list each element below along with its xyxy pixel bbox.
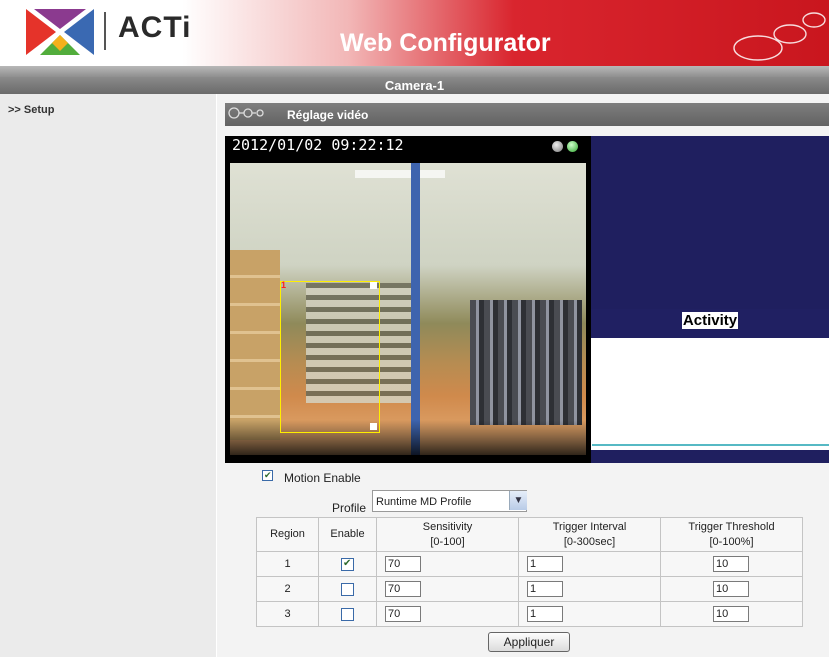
motion-region-table: Region Enable Sensitivity [0-100] Trigger… [256, 517, 803, 627]
app-title: Web Configurator [340, 29, 551, 57]
region-number: 1 [256, 551, 319, 577]
logo-divider [104, 12, 106, 50]
logo-text: ACTi [118, 11, 192, 44]
threshold-cell: 10 [660, 551, 803, 577]
decorative-rings-icon [733, 12, 826, 61]
video-racks [470, 300, 582, 425]
threshold-cell: 10 [660, 576, 803, 602]
col-header-interval-label: Trigger Interval [552, 520, 627, 533]
col-header-interval: Trigger Interval [0-300sec] [518, 517, 661, 552]
motion-enable-label: Motion Enable [284, 471, 361, 485]
sensitivity-input[interactable]: 70 [385, 606, 421, 622]
motion-region-1[interactable] [280, 281, 380, 433]
col-header-threshold-label: Trigger Threshold [688, 520, 775, 533]
region-number: 3 [256, 601, 319, 627]
motion-enable-checkbox[interactable] [262, 470, 273, 481]
section-title: Réglage vidéo [287, 108, 369, 122]
activity-panel [591, 136, 829, 309]
sensitivity-cell: 70 [376, 576, 519, 602]
col-header-enable: Enable [318, 517, 377, 552]
col-header-region: Region [256, 517, 319, 552]
table-row: 1 70 1 10 [256, 551, 803, 577]
interval-cell: 1 [518, 551, 661, 577]
sidebar [0, 94, 216, 657]
video-pillar [411, 163, 420, 455]
trigger-interval-input[interactable]: 1 [527, 606, 563, 622]
trigger-threshold-input[interactable]: 10 [713, 606, 749, 622]
sensitivity-input[interactable]: 70 [385, 581, 421, 597]
video-timestamp: 2012/01/02 09:22:12 [232, 136, 404, 154]
region-resize-handle[interactable] [370, 423, 377, 430]
status-green-icon [567, 141, 578, 152]
activity-graph [591, 338, 829, 450]
trigger-interval-input[interactable]: 1 [527, 556, 563, 572]
interval-cell: 1 [518, 601, 661, 627]
region-enable-checkbox[interactable] [341, 582, 354, 596]
region-enable-cell [318, 601, 377, 627]
trigger-interval-input[interactable]: 1 [527, 581, 563, 597]
table-row: 2 70 1 10 [256, 576, 803, 602]
col-header-threshold-range: [0-100%] [709, 535, 754, 548]
interval-cell: 1 [518, 576, 661, 602]
camera-name: Camera-1 [0, 77, 829, 94]
col-header-sensitivity-label: Sensitivity [422, 520, 473, 533]
sidebar-item-setup[interactable]: >> Setup [8, 104, 54, 116]
motion-region-label: 1 [281, 280, 287, 290]
region-number: 2 [256, 576, 319, 602]
table-header-row: Region Enable Sensitivity [0-100] Trigger… [256, 517, 803, 552]
col-header-threshold: Trigger Threshold [0-100%] [660, 517, 803, 552]
sensitivity-cell: 70 [376, 601, 519, 627]
region-resize-handle[interactable] [370, 282, 377, 289]
camera-bar-top [0, 66, 829, 77]
activity-footer [591, 450, 829, 463]
profile-select-value: Runtime MD Profile [376, 496, 472, 508]
activity-label-wrap: Activity [591, 312, 829, 329]
region-enable-cell [318, 576, 377, 602]
video-ceiling-light [355, 170, 445, 178]
chain-rings-icon [228, 107, 264, 119]
profile-label: Profile [332, 501, 367, 515]
col-header-sensitivity-range: [0-100] [430, 535, 465, 548]
region-enable-checkbox[interactable] [341, 557, 354, 571]
sensitivity-cell: 70 [376, 551, 519, 577]
trigger-threshold-input[interactable]: 10 [713, 556, 749, 572]
sensitivity-input[interactable]: 70 [385, 556, 421, 572]
activity-label: Activity [681, 312, 739, 329]
acti-logo-icon [26, 9, 94, 55]
activity-level-line [592, 444, 829, 446]
apply-button[interactable]: Appliquer [488, 632, 570, 652]
region-enable-cell [318, 551, 377, 577]
col-header-interval-range: [0-300sec] [563, 535, 616, 548]
threshold-cell: 10 [660, 601, 803, 627]
col-header-sensitivity: Sensitivity [0-100] [376, 517, 519, 552]
region-enable-checkbox[interactable] [341, 607, 354, 621]
table-row: 3 70 1 10 [256, 601, 803, 627]
video-boxes [230, 250, 280, 440]
chevron-down-icon[interactable]: ▼ [509, 491, 527, 510]
status-grey-icon [552, 141, 563, 152]
trigger-threshold-input[interactable]: 10 [713, 581, 749, 597]
